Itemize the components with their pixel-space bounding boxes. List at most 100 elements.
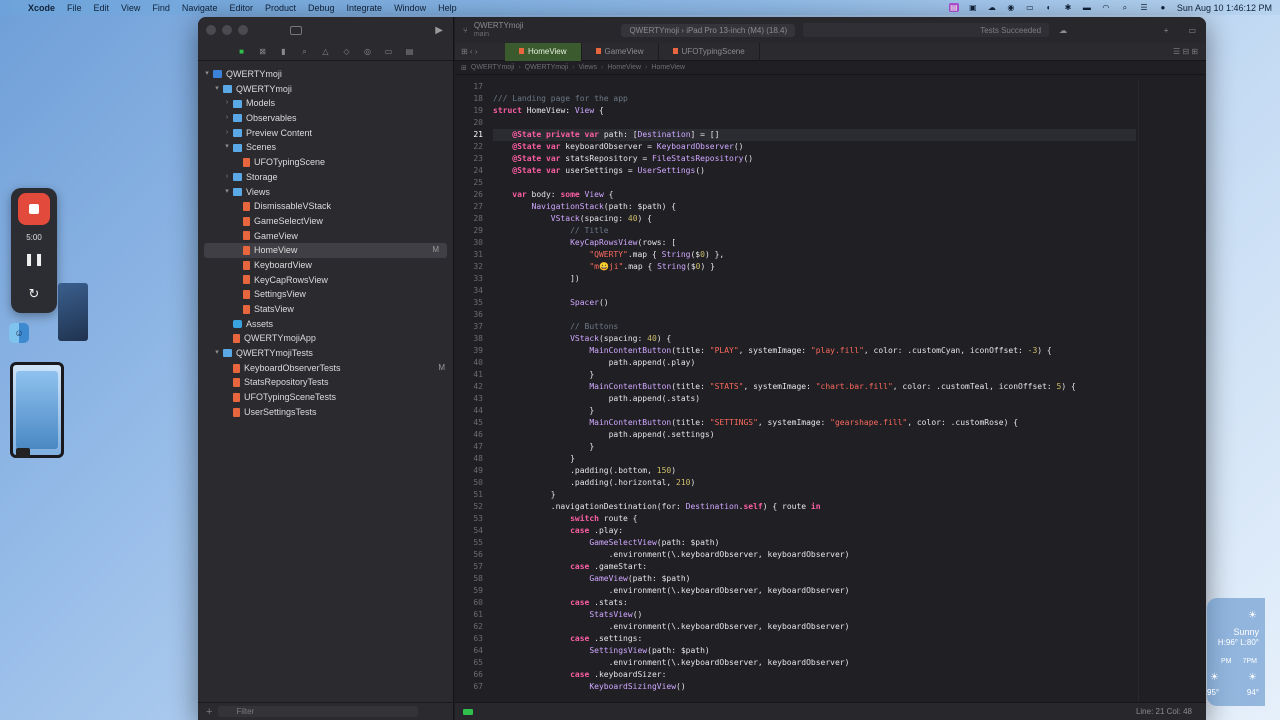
tree-item[interactable]: UFOTypingScene <box>198 155 453 170</box>
scheme-selector[interactable]: QWERTYmoji › iPad Pro 13-inch (M4) (18.4… <box>621 23 796 37</box>
find-tab-icon[interactable]: ⌕ <box>300 47 309 56</box>
tree-item[interactable]: GameView <box>198 229 453 244</box>
code-line[interactable]: case .stats: <box>493 597 1136 609</box>
tree-item[interactable]: › Observables <box>198 111 453 126</box>
filter-input[interactable]: Filter <box>218 706 419 717</box>
finder-icon[interactable]: ☺ <box>9 323 29 343</box>
code-line[interactable] <box>493 285 1136 297</box>
jump-bar-item[interactable]: HomeView <box>607 64 641 71</box>
close-window-button[interactable] <box>206 25 216 35</box>
jump-bar-item[interactable]: QWERTYmoji <box>471 64 514 71</box>
disclosure-chevron-icon[interactable]: › <box>222 170 232 185</box>
issues-tab-icon[interactable]: △ <box>321 47 330 56</box>
code-line[interactable]: VStack(spacing: 40) { <box>493 213 1136 225</box>
disclosure-chevron-icon[interactable]: › <box>222 111 232 126</box>
menu-product[interactable]: Product <box>265 3 305 13</box>
code-line[interactable]: } <box>493 369 1136 381</box>
jump-bar-item[interactable]: Views <box>578 64 597 71</box>
code-line[interactable]: .padding(.bottom, 150) <box>493 465 1136 477</box>
code-line[interactable]: GameSelectView(path: $path) <box>493 537 1136 549</box>
extension-icon[interactable]: ◉ <box>1006 3 1016 12</box>
minimap[interactable] <box>1138 81 1206 702</box>
reports-tab-icon[interactable]: ▤ <box>405 47 414 56</box>
code-line[interactable]: "m😀ji".map { String($0) } <box>493 261 1136 273</box>
code-line[interactable]: KeyboardSizingView() <box>493 681 1136 693</box>
menu-editor[interactable]: Editor <box>229 3 262 13</box>
code-line[interactable]: MainContentButton(title: "SETTINGS", sys… <box>493 417 1136 429</box>
tree-item[interactable]: GameSelectView <box>198 214 453 229</box>
tree-item[interactable]: StatsView <box>198 302 453 317</box>
tree-item[interactable]: KeyboardView <box>198 258 453 273</box>
disclosure-chevron-icon[interactable]: ▾ <box>222 185 232 200</box>
jump-bar-item[interactable]: HomeView <box>651 64 685 71</box>
simulator-thumbnail[interactable] <box>10 362 64 458</box>
code-line[interactable] <box>493 177 1136 189</box>
disclosure-chevron-icon[interactable]: › <box>222 126 232 141</box>
tree-item[interactable]: › Models <box>198 96 453 111</box>
control-center-icon[interactable]: ☰ <box>1139 3 1149 12</box>
code-line[interactable]: "QWERTY".map { String($0) }, <box>493 249 1136 261</box>
disclosure-chevron-icon[interactable]: ▾ <box>222 140 232 155</box>
code-line[interactable]: struct HomeView: View { <box>493 105 1136 117</box>
code-line[interactable] <box>493 81 1136 93</box>
tests-tab-icon[interactable]: ◇ <box>342 47 351 56</box>
tree-item[interactable]: DismissableVStack <box>198 199 453 214</box>
code-line[interactable]: } <box>493 405 1136 417</box>
tree-item[interactable]: UFOTypingSceneTests <box>198 390 453 405</box>
code-line[interactable]: .environment(\.keyboardObserver, keyboar… <box>493 549 1136 561</box>
tree-item[interactable]: ▾ Scenes <box>198 140 453 155</box>
code-line[interactable]: VStack(spacing: 40) { <box>493 333 1136 345</box>
disclosure-chevron-icon[interactable]: ▾ <box>212 82 222 97</box>
code-line[interactable] <box>493 309 1136 321</box>
tree-item[interactable]: KeyboardObserverTests M <box>198 361 453 376</box>
toggle-icon[interactable]: ◐ <box>1044 3 1054 12</box>
bluetooth-icon[interactable]: ✱ <box>1063 3 1073 12</box>
code-line[interactable]: KeyCapRowsView(rows: [ <box>493 237 1136 249</box>
zoom-window-button[interactable] <box>238 25 248 35</box>
tree-item[interactable]: › Preview Content <box>198 126 453 141</box>
code-area[interactable]: 17 18 19 20 21 22 23 24 25 26 27 28 29 30 31 32 33 34 35 36… <box>455 81 1206 702</box>
tab-ufotypingscene[interactable]: UFOTypingScene <box>659 42 760 61</box>
cloud-status-icon[interactable]: ☁ <box>1059 26 1067 35</box>
jump-bar-item[interactable]: QWERTYmoji <box>525 64 568 71</box>
tree-item[interactable]: QWERTYmojiApp <box>198 331 453 346</box>
code-line[interactable]: MainContentButton(title: "PLAY", systemI… <box>493 345 1136 357</box>
menu-edit[interactable]: Edit <box>94 3 119 13</box>
tree-item[interactable]: SettingsView <box>198 287 453 302</box>
code-line[interactable]: case .settings: <box>493 633 1136 645</box>
tree-item[interactable]: ▾ Views <box>198 185 453 200</box>
code-line[interactable]: .environment(\.keyboardObserver, keyboar… <box>493 621 1136 633</box>
code-line[interactable]: path.append(.settings) <box>493 429 1136 441</box>
disclosure-chevron-icon[interactable]: ▾ <box>212 346 222 361</box>
tab-gameview[interactable]: GameView <box>582 42 659 61</box>
run-button-icon[interactable]: ▶ <box>435 25 443 36</box>
sidebar-toggle-icon[interactable] <box>290 25 302 35</box>
code-line[interactable]: case .play: <box>493 525 1136 537</box>
code-line[interactable]: path.append(.play) <box>493 357 1136 369</box>
menu-find[interactable]: Find <box>152 3 179 13</box>
tree-item[interactable]: KeyCapRowsView <box>198 273 453 288</box>
debug-tab-icon[interactable]: ◎ <box>363 47 372 56</box>
project-navigator-tab-icon[interactable]: ■ <box>237 47 246 56</box>
wifi-icon[interactable]: ◠ <box>1101 3 1111 12</box>
menu-navigate[interactable]: Navigate <box>182 3 227 13</box>
jump-bar-grid-icon[interactable]: ⊞ <box>461 64 467 72</box>
code-line[interactable]: .padding(.horizontal, 210) <box>493 477 1136 489</box>
code-line[interactable]: .environment(\.keyboardObserver, keyboar… <box>493 585 1136 597</box>
code-line[interactable]: @State var keyboardObserver = KeyboardOb… <box>493 141 1136 153</box>
code-line[interactable]: .environment(\.keyboardObserver, keyboar… <box>493 657 1136 669</box>
add-file-icon[interactable]: + <box>206 706 212 718</box>
editor-options-icon[interactable]: ☰ ⊟ ⊞ <box>1173 47 1206 56</box>
tree-item[interactable]: HomeView M <box>204 243 447 258</box>
weather-widget[interactable]: ☀ Sunny H:96° L:80° PM 7PM ☀ ☀ 95° 94° <box>1207 598 1265 706</box>
tree-item[interactable]: StatsRepositoryTests <box>198 375 453 390</box>
menu-help[interactable]: Help <box>438 3 466 13</box>
code-line[interactable]: GameView(path: $path) <box>493 573 1136 585</box>
code-line[interactable] <box>493 117 1136 129</box>
restart-icon[interactable]: ↻ <box>11 286 57 302</box>
menu-file[interactable]: File <box>67 3 91 13</box>
screen-recording-icon[interactable]: ▤ <box>948 3 959 12</box>
menu-app-name[interactable]: Xcode <box>28 3 64 13</box>
minimize-window-button[interactable] <box>222 25 232 35</box>
code-line[interactable]: SettingsView(path: $path) <box>493 645 1136 657</box>
